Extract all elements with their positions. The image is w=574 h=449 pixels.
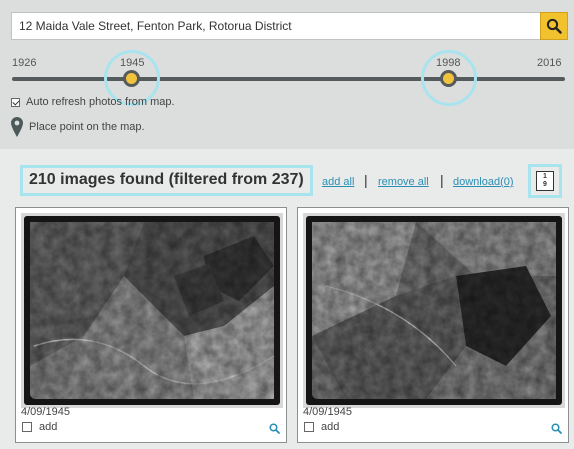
timeline-track[interactable] — [12, 77, 565, 81]
search-button[interactable] — [540, 12, 568, 40]
address-search-input[interactable]: 12 Maida Vale Street, Fenton Park, Rotor… — [11, 12, 541, 40]
search-panel: 12 Maida Vale Street, Fenton Park, Rotor… — [0, 0, 574, 149]
magnify-icon[interactable] — [269, 423, 280, 434]
aerial-photo[interactable] — [306, 216, 562, 405]
photo-frame — [303, 213, 565, 408]
photo-date: 4/09/1945 — [21, 406, 70, 418]
photo-date: 4/09/1945 — [303, 406, 352, 418]
timeline-start-year: 1926 — [12, 57, 37, 69]
results-toolbar: 210 images found (filtered from 237) add… — [0, 160, 574, 200]
photo-frame — [21, 213, 283, 408]
sort-icon-top-digit: 1 — [543, 173, 547, 180]
sort-numeric-icon: 1 9 — [536, 171, 554, 191]
separator: | — [440, 172, 444, 188]
add-all-link[interactable]: add all — [322, 176, 354, 188]
photo-card[interactable]: 4/09/1945 add — [297, 207, 569, 443]
map-pin-icon — [11, 117, 23, 137]
auto-refresh-option[interactable]: Auto refresh photos from map. — [11, 96, 175, 108]
results-count: 210 images found (filtered from 237) — [20, 165, 313, 196]
auto-refresh-checkbox[interactable] — [11, 97, 20, 107]
remove-all-link[interactable]: remove all — [378, 176, 429, 188]
timeline-to-handle[interactable] — [440, 70, 457, 87]
add-checkbox[interactable] — [22, 422, 32, 432]
magnify-icon[interactable] — [551, 423, 562, 434]
add-checkbox[interactable] — [304, 422, 314, 432]
add-label: add — [39, 421, 58, 433]
timeline-from-handle[interactable] — [123, 70, 140, 87]
add-photo-option[interactable]: add — [22, 421, 57, 433]
timeline-end-year: 2016 — [537, 57, 562, 69]
search-icon — [546, 18, 562, 34]
place-point-label: Place point on the map. — [29, 121, 145, 133]
auto-refresh-label: Auto refresh photos from map. — [26, 96, 175, 108]
add-photo-option[interactable]: add — [304, 421, 339, 433]
place-point-button[interactable]: Place point on the map. — [11, 117, 145, 137]
add-label: add — [321, 421, 340, 433]
aerial-photo[interactable] — [24, 216, 280, 405]
separator: | — [364, 172, 368, 188]
sort-icon-bottom-digit: 9 — [543, 181, 547, 188]
sort-button[interactable]: 1 9 — [528, 164, 562, 198]
photo-card[interactable]: 4/09/1945 add — [15, 207, 287, 443]
download-link[interactable]: download(0) — [453, 176, 514, 188]
